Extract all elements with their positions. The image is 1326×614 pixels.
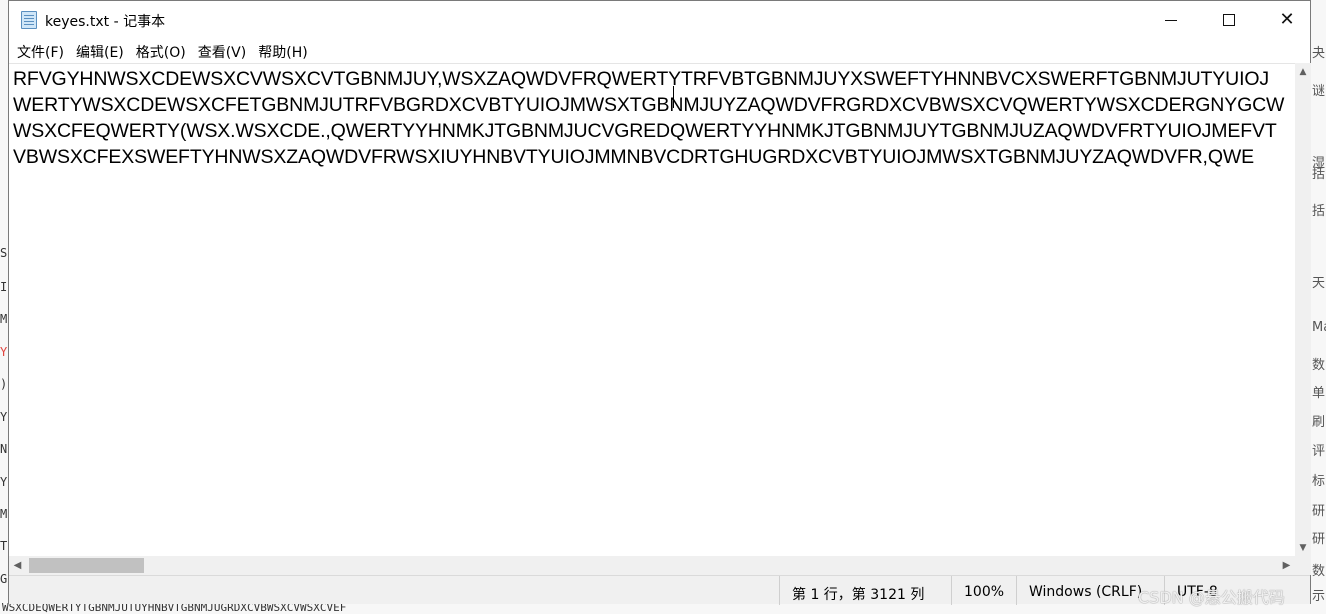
text-line[interactable]: WERTYWSXCDEWSXCFETGBNMJUTRFVBGRDXCVBTYUI… (13, 92, 1295, 118)
scroll-up-arrow-icon[interactable]: ▲ (1295, 63, 1311, 80)
menu-format[interactable]: 格式(O) (130, 39, 192, 63)
background-right-glyph: 数 (1312, 358, 1326, 373)
watermark: CSDN @悬公搬代码 (1138, 588, 1285, 607)
background-left-glyph: Y (0, 410, 8, 424)
background-left-glyph: Y (0, 345, 8, 359)
background-right-glyph: 标 (1312, 474, 1326, 489)
minimize-button[interactable] (1142, 1, 1200, 39)
maximize-button[interactable] (1200, 1, 1258, 39)
background-right-glyph: Ma (1312, 320, 1326, 335)
menu-edit[interactable]: 编辑(E) (70, 39, 130, 63)
background-right-glyph: 评 (1312, 444, 1326, 459)
background-app-right: 夬谜湿括括天Ma数单刷评标研研数示 (1310, 0, 1326, 614)
window-title: keyes.txt - 记事本 (45, 14, 166, 30)
text-line[interactable]: RFVGYHNWSXCDEWSXCVWSXCVTGBNMJUY,WSXZAQWD… (13, 66, 1295, 92)
background-right-glyph: 括 (1312, 204, 1326, 219)
vertical-scrollbar[interactable]: ▲ ▼ (1295, 63, 1311, 556)
scroll-right-arrow-icon[interactable]: ▶ (1278, 556, 1295, 575)
background-left-glyph: T (0, 539, 8, 553)
horizontal-scrollbar[interactable]: ◀ ▶ (9, 556, 1295, 575)
menu-help[interactable]: 帮助(H) (252, 39, 313, 63)
title-bar[interactable]: keyes.txt - 记事本 ✕ (9, 1, 1310, 39)
text-line[interactable]: VBWSXCFEXSWEFTYHNWSXZAQWDVFRWSXIUYHNBVTY… (13, 144, 1295, 170)
text-editor-area[interactable]: RFVGYHNWSXCDEWSXCVWSXCVTGBNMJUY,WSXZAQWD… (9, 63, 1295, 556)
background-left-glyph: S (0, 246, 8, 260)
background-right-glyph: 研 (1312, 532, 1326, 547)
scroll-left-arrow-icon[interactable]: ◀ (9, 556, 26, 575)
background-left-glyph: M (0, 312, 8, 326)
text-caret (673, 86, 674, 108)
background-right-glyph: 括 (1312, 167, 1326, 182)
background-right-glyph: 夬 (1312, 46, 1326, 61)
background-left-glyph: Y (0, 475, 8, 489)
background-right-glyph: 单 (1312, 386, 1326, 401)
scroll-down-arrow-icon[interactable]: ▼ (1295, 539, 1311, 556)
status-bar: 第 1 行，第 3121 列 100% Windows (CRLF) UTF-8 (9, 575, 1310, 605)
background-left-glyph: N (0, 442, 8, 456)
background-bottom-text: WSXCDEQWERTYTGBNMJUTUYHNBVTGBNMJUGRDXCVB… (2, 603, 347, 614)
background-right-glyph: 刷 (1312, 415, 1326, 430)
background-right-glyph: 研 (1312, 504, 1326, 519)
horizontal-scroll-thumb[interactable] (29, 558, 144, 573)
cursor-position: 第 1 行，第 3121 列 (779, 576, 951, 605)
menu-file[interactable]: 文件(F) (11, 39, 70, 63)
background-right-glyph: 示 (1312, 589, 1326, 604)
background-right-glyph: 天 (1312, 276, 1326, 291)
notepad-icon[interactable] (21, 11, 37, 29)
scrollbar-corner (1295, 556, 1311, 575)
close-icon: ✕ (1279, 9, 1295, 30)
text-line[interactable]: WSXCFEQWERTY(WSX.WSXCDE.,QWERTYYHNMKJTGB… (13, 118, 1295, 144)
background-right-glyph: 谜 (1312, 84, 1326, 99)
notepad-window: keyes.txt - 记事本 ✕ 文件(F) 编辑(E) 格式(O) 查看(V… (8, 0, 1311, 605)
menu-bar: 文件(F) 编辑(E) 格式(O) 查看(V) 帮助(H) (9, 39, 1310, 63)
background-left-glyph: I (0, 280, 8, 294)
background-left-glyph: M (0, 507, 8, 521)
background-left-glyph: ) (0, 377, 8, 391)
background-left-glyph: G (0, 572, 8, 586)
background-right-glyph: 数 (1312, 564, 1326, 579)
menu-view[interactable]: 查看(V) (192, 39, 253, 63)
minimize-icon (1165, 19, 1177, 21)
maximize-icon (1223, 14, 1235, 26)
close-button[interactable]: ✕ (1258, 1, 1316, 39)
zoom-level: 100% (951, 576, 1016, 605)
